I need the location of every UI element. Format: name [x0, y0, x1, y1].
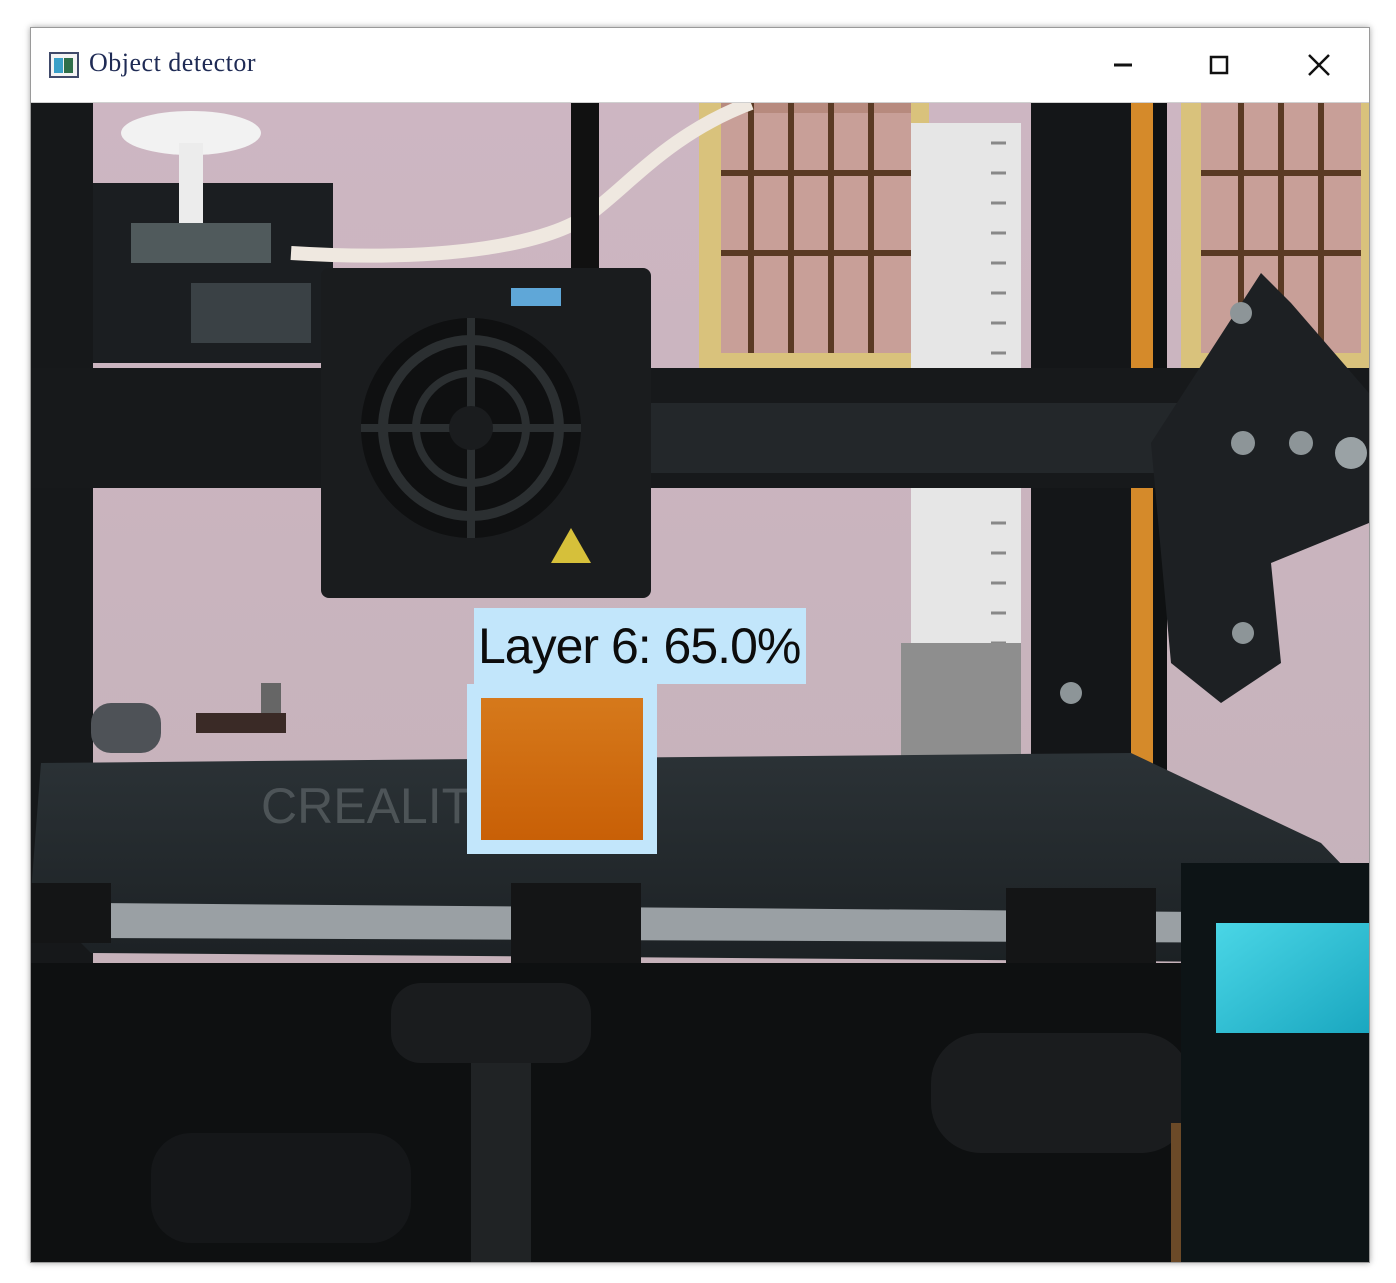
print-bed: CREALITY 3D [31, 753, 1369, 963]
app-window-icon [49, 52, 79, 78]
lcd-screen [1181, 863, 1369, 1262]
object-detector-window: Object detector CREALITY 3D Layer 6: 65.… [30, 27, 1370, 1263]
minimize-button[interactable] [1075, 28, 1171, 102]
print-head [321, 268, 651, 598]
camera-feed: CREALITY 3D Layer 6: 65.0% [31, 103, 1369, 1262]
close-icon [1308, 54, 1330, 76]
maximize-button[interactable] [1171, 28, 1267, 102]
close-button[interactable] [1271, 28, 1367, 102]
minimize-icon [1114, 63, 1132, 67]
maximize-icon [1209, 55, 1229, 75]
title-bar[interactable]: Object detector [31, 28, 1369, 103]
detection-bounding-box [467, 684, 657, 854]
window-title: Object detector [89, 48, 257, 77]
detection-label: Layer 6: 65.0% [474, 608, 807, 684]
